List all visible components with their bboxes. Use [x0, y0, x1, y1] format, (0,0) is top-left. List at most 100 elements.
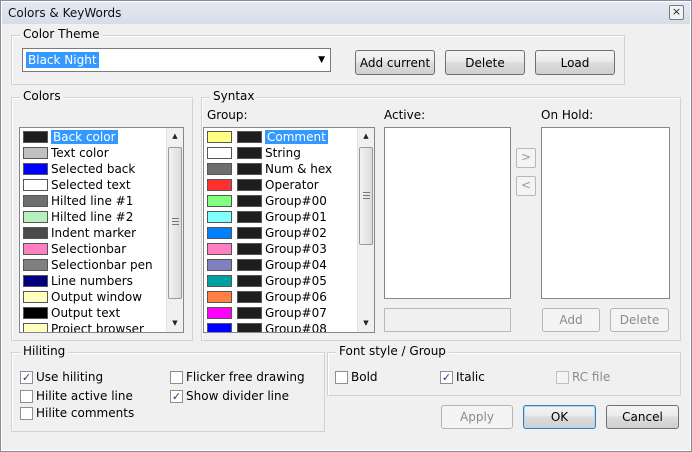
colors-scrollbar[interactable]: ▲ ▼	[166, 128, 183, 332]
hilite-active-line-checkbox[interactable]	[20, 390, 33, 403]
color-theme-select[interactable]: Black Night ▼	[22, 48, 331, 72]
color-list-item[interactable]: Back color	[21, 129, 167, 145]
hilite-comments-checkbox[interactable]	[20, 407, 33, 420]
color-swatch	[23, 275, 48, 287]
color-list-item[interactable]: Selectionbar	[21, 241, 167, 257]
color-swatch	[23, 179, 48, 191]
rc-file-label[interactable]: RC file	[572, 370, 610, 384]
add-current-button[interactable]: Add current	[355, 50, 435, 75]
chevron-down-icon[interactable]: ▼	[318, 55, 325, 65]
color-list-item[interactable]: Selected text	[21, 177, 167, 193]
background-swatch	[237, 179, 262, 191]
color-list-item[interactable]: Selectionbar pen	[21, 257, 167, 273]
delete-button[interactable]: Delete	[610, 308, 669, 332]
syntax-group-item[interactable]: Group#05	[205, 273, 358, 289]
background-swatch	[237, 227, 262, 239]
scroll-up-icon[interactable]: ▲	[358, 128, 374, 145]
color-list-item[interactable]: Text color	[21, 145, 167, 161]
scroll-thumb[interactable]	[168, 147, 182, 299]
scroll-up-icon[interactable]: ▲	[167, 128, 183, 145]
background-swatch	[237, 275, 262, 287]
background-swatch	[237, 211, 262, 223]
syntax-group-label: Group#05	[265, 274, 327, 288]
bold-label[interactable]: Bold	[351, 370, 378, 384]
syntax-group-item[interactable]: Group#01	[205, 209, 358, 225]
syntax-group-item[interactable]: Group#02	[205, 225, 358, 241]
syntax-scrollbar[interactable]: ▲ ▼	[357, 128, 374, 332]
font-style-legend: Font style / Group	[336, 344, 449, 358]
foreground-swatch	[207, 323, 232, 332]
color-list-item[interactable]: Indent marker	[21, 225, 167, 241]
color-item-label: Output text	[51, 306, 121, 320]
foreground-swatch	[207, 211, 232, 223]
color-list-item[interactable]: Hilted line #1	[21, 193, 167, 209]
syntax-group-item[interactable]: Group#00	[205, 193, 358, 209]
hilite-comments-label[interactable]: Hilite comments	[36, 406, 134, 420]
close-button[interactable]: ×	[669, 5, 684, 20]
load-theme-button[interactable]: Load	[535, 50, 615, 75]
onhold-list[interactable]	[541, 127, 670, 299]
show-divider-checkbox[interactable]: ✓	[170, 390, 183, 403]
color-swatch	[23, 291, 48, 303]
foreground-swatch	[207, 131, 232, 143]
show-divider-label[interactable]: Show divider line	[186, 389, 289, 403]
cancel-button[interactable]: Cancel	[606, 405, 679, 429]
color-item-label: Output window	[51, 290, 143, 304]
title-bar: Colors & KeyWords ×	[2, 2, 690, 24]
syntax-group-item[interactable]: Num & hex	[205, 161, 358, 177]
color-list-item[interactable]: Line numbers	[21, 273, 167, 289]
color-list-item[interactable]: Selected back	[21, 161, 167, 177]
colors-list[interactable]: Back color Text color Selected back Selecte…	[19, 127, 184, 333]
rc-file-checkbox[interactable]	[556, 371, 569, 384]
scroll-down-icon[interactable]: ▼	[167, 315, 183, 332]
syntax-group-item[interactable]: Operator	[205, 177, 358, 193]
color-swatch	[23, 243, 48, 255]
syntax-group-item[interactable]: Group#08	[205, 321, 358, 332]
background-swatch	[237, 147, 262, 159]
syntax-group-label: String	[265, 146, 301, 160]
use-hiliting-checkbox[interactable]: ✓	[20, 371, 33, 384]
flicker-free-label[interactable]: Flicker free drawing	[186, 370, 305, 384]
scroll-down-icon[interactable]: ▼	[358, 315, 374, 332]
move-left-button[interactable]: <	[516, 176, 536, 196]
color-list-item[interactable]: Hilted line #2	[21, 209, 167, 225]
color-swatch	[23, 211, 48, 223]
hilite-active-line-label[interactable]: Hilite active line	[36, 389, 133, 403]
move-right-button[interactable]: >	[516, 148, 536, 168]
color-list-item[interactable]: Output window	[21, 289, 167, 305]
flicker-free-checkbox[interactable]	[170, 371, 183, 384]
color-list-item[interactable]: Project browser	[21, 321, 167, 333]
italic-label[interactable]: Italic	[456, 370, 485, 384]
color-item-label: Line numbers	[51, 274, 133, 288]
active-label: Active:	[384, 108, 426, 122]
syntax-group-item[interactable]: Group#03	[205, 241, 358, 257]
syntax-group-item[interactable]: Comment	[205, 129, 358, 145]
syntax-legend: Syntax	[210, 89, 258, 103]
italic-checkbox[interactable]: ✓	[440, 371, 453, 384]
apply-button[interactable]: Apply	[441, 405, 513, 429]
add-button[interactable]: Add	[542, 308, 600, 332]
font-style-group: Font style / Group	[327, 344, 681, 396]
color-swatch	[23, 147, 48, 159]
ok-button[interactable]: OK	[523, 405, 596, 429]
color-item-label: Hilted line #2	[51, 210, 134, 224]
color-item-label: Project browser	[51, 322, 144, 333]
colors-legend: Colors	[20, 89, 64, 103]
syntax-group-item[interactable]: Group#07	[205, 305, 358, 321]
color-swatch	[23, 195, 48, 207]
active-list[interactable]	[384, 127, 511, 299]
syntax-group-label: Group#00	[265, 194, 327, 208]
syntax-group-label: Group#06	[265, 290, 327, 304]
syntax-group-item[interactable]: Group#06	[205, 289, 358, 305]
foreground-swatch	[207, 147, 232, 159]
syntax-group-item[interactable]: String	[205, 145, 358, 161]
color-list-item[interactable]: Output text	[21, 305, 167, 321]
delete-theme-button[interactable]: Delete	[445, 50, 525, 75]
use-hiliting-label[interactable]: Use hiliting	[36, 370, 103, 384]
scroll-thumb[interactable]	[359, 147, 373, 245]
syntax-group-item[interactable]: Group#04	[205, 257, 358, 273]
foreground-swatch	[207, 259, 232, 271]
bold-checkbox[interactable]	[335, 371, 348, 384]
syntax-group-label: Operator	[265, 178, 319, 192]
syntax-group-list[interactable]: Comment String Num & hex Operator Group#00 Gr…	[203, 127, 375, 333]
